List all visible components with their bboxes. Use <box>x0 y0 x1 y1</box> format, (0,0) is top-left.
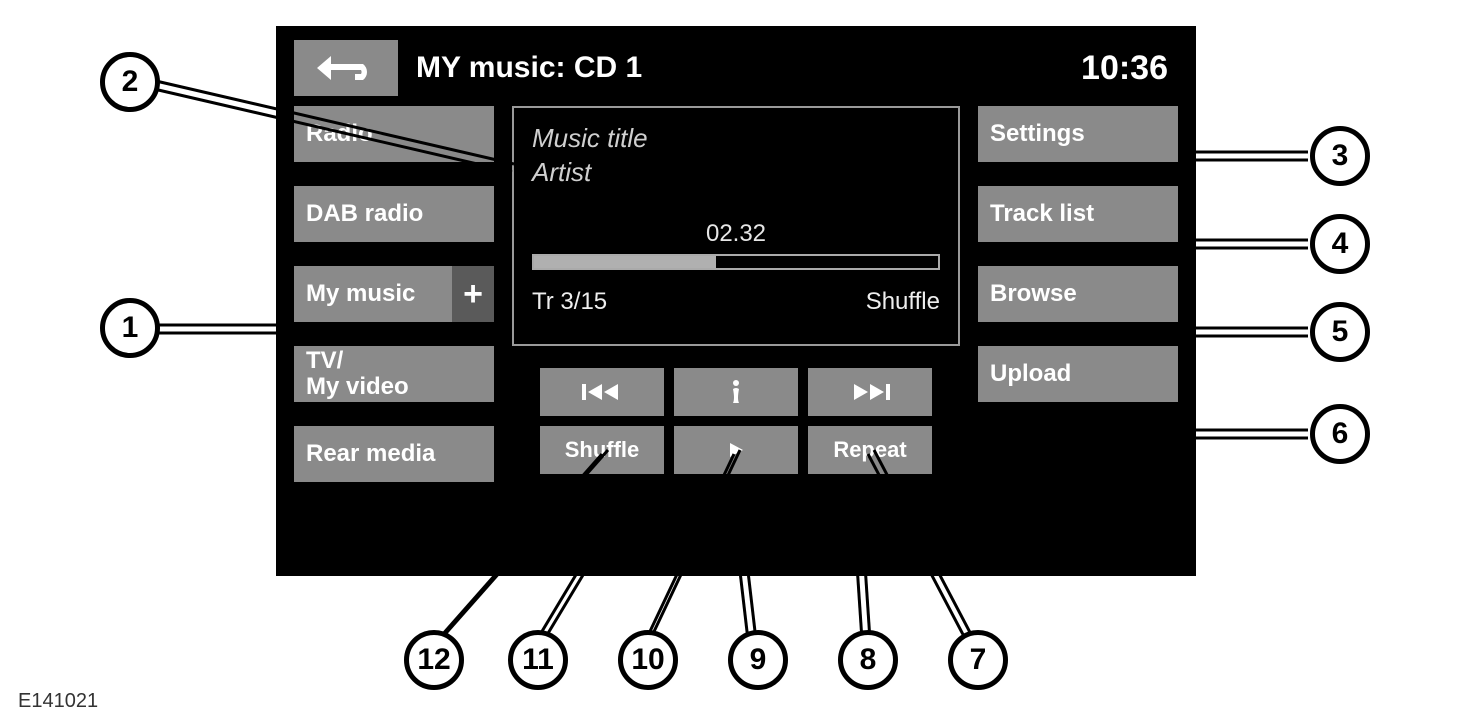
menu-label: Rear media <box>306 440 435 468</box>
play-icon <box>727 441 745 459</box>
menu-radio[interactable]: Radio <box>294 106 494 162</box>
skip-forward-icon <box>850 382 890 402</box>
progress-bar[interactable] <box>532 254 940 270</box>
callout-10: 10 <box>618 630 678 690</box>
back-arrow-icon <box>315 53 377 83</box>
center-panel: Music title Artist 02.32 Tr 3/15 Shuffle <box>512 106 960 482</box>
menu-browse[interactable]: Browse <box>978 266 1178 322</box>
track-counter: Tr 3/15 <box>532 288 607 316</box>
menu-track-list[interactable]: Track list <box>978 186 1178 242</box>
now-playing-box: Music title Artist 02.32 Tr 3/15 Shuffle <box>512 106 960 346</box>
menu-label: Upload <box>990 360 1071 388</box>
back-button[interactable] <box>294 40 398 96</box>
button-label: Shuffle <box>565 437 640 463</box>
skip-back-icon <box>582 382 622 402</box>
menu-label: My music <box>306 280 415 308</box>
elapsed-time: 02.32 <box>532 220 940 248</box>
repeat-button[interactable]: Repeat <box>808 426 932 474</box>
progress-fill <box>534 256 716 268</box>
callout-1: 1 <box>100 298 160 358</box>
next-track-button[interactable] <box>808 368 932 416</box>
menu-upload[interactable]: Upload <box>978 346 1178 402</box>
callout-2: 2 <box>100 52 160 112</box>
button-label: Repeat <box>833 437 906 463</box>
callout-9: 9 <box>728 630 788 690</box>
artist-name: Artist <box>532 156 940 190</box>
callout-7: 7 <box>948 630 1008 690</box>
prev-track-button[interactable] <box>540 368 664 416</box>
clock: 10:36 <box>1081 49 1178 88</box>
callout-8: 8 <box>838 630 898 690</box>
menu-label: Radio <box>306 120 373 148</box>
callout-6: 6 <box>1310 404 1370 464</box>
menu-tv-my-video[interactable]: TV/ My video <box>294 346 494 402</box>
info-icon <box>729 379 743 405</box>
body: Radio DAB radio My music + TV/ My video … <box>276 106 1196 482</box>
play-mode: Shuffle <box>866 288 940 316</box>
shuffle-button[interactable]: Shuffle <box>540 426 664 474</box>
music-title: Music title <box>532 122 940 156</box>
menu-label: Browse <box>990 280 1077 308</box>
menu-label: TV/ My video <box>306 348 409 401</box>
menu-settings[interactable]: Settings <box>978 106 1178 162</box>
callout-11: 11 <box>508 630 568 690</box>
page-title: MY music: CD 1 <box>416 51 1081 85</box>
callout-3: 3 <box>1310 126 1370 186</box>
callout-12: 12 <box>404 630 464 690</box>
callout-5: 5 <box>1310 302 1370 362</box>
menu-label: Settings <box>990 120 1085 148</box>
left-menu: Radio DAB radio My music + TV/ My video … <box>294 106 494 482</box>
transport-controls: Shuffle Repeat <box>540 368 932 474</box>
infotainment-screen: MY music: CD 1 10:36 Radio DAB radio My … <box>276 26 1196 576</box>
callout-4: 4 <box>1310 214 1370 274</box>
header: MY music: CD 1 10:36 <box>276 26 1196 106</box>
track-info-row: Tr 3/15 Shuffle <box>532 288 940 316</box>
menu-label: DAB radio <box>306 200 423 228</box>
play-button[interactable] <box>674 426 798 474</box>
right-menu: Settings Track list Browse Upload <box>978 106 1178 482</box>
menu-label: Track list <box>990 200 1094 228</box>
info-button[interactable] <box>674 368 798 416</box>
plus-icon[interactable]: + <box>452 266 494 322</box>
figure-id: E141021 <box>18 690 98 713</box>
menu-rear-media[interactable]: Rear media <box>294 426 494 482</box>
menu-my-music[interactable]: My music + <box>294 266 494 322</box>
menu-dab-radio[interactable]: DAB radio <box>294 186 494 242</box>
